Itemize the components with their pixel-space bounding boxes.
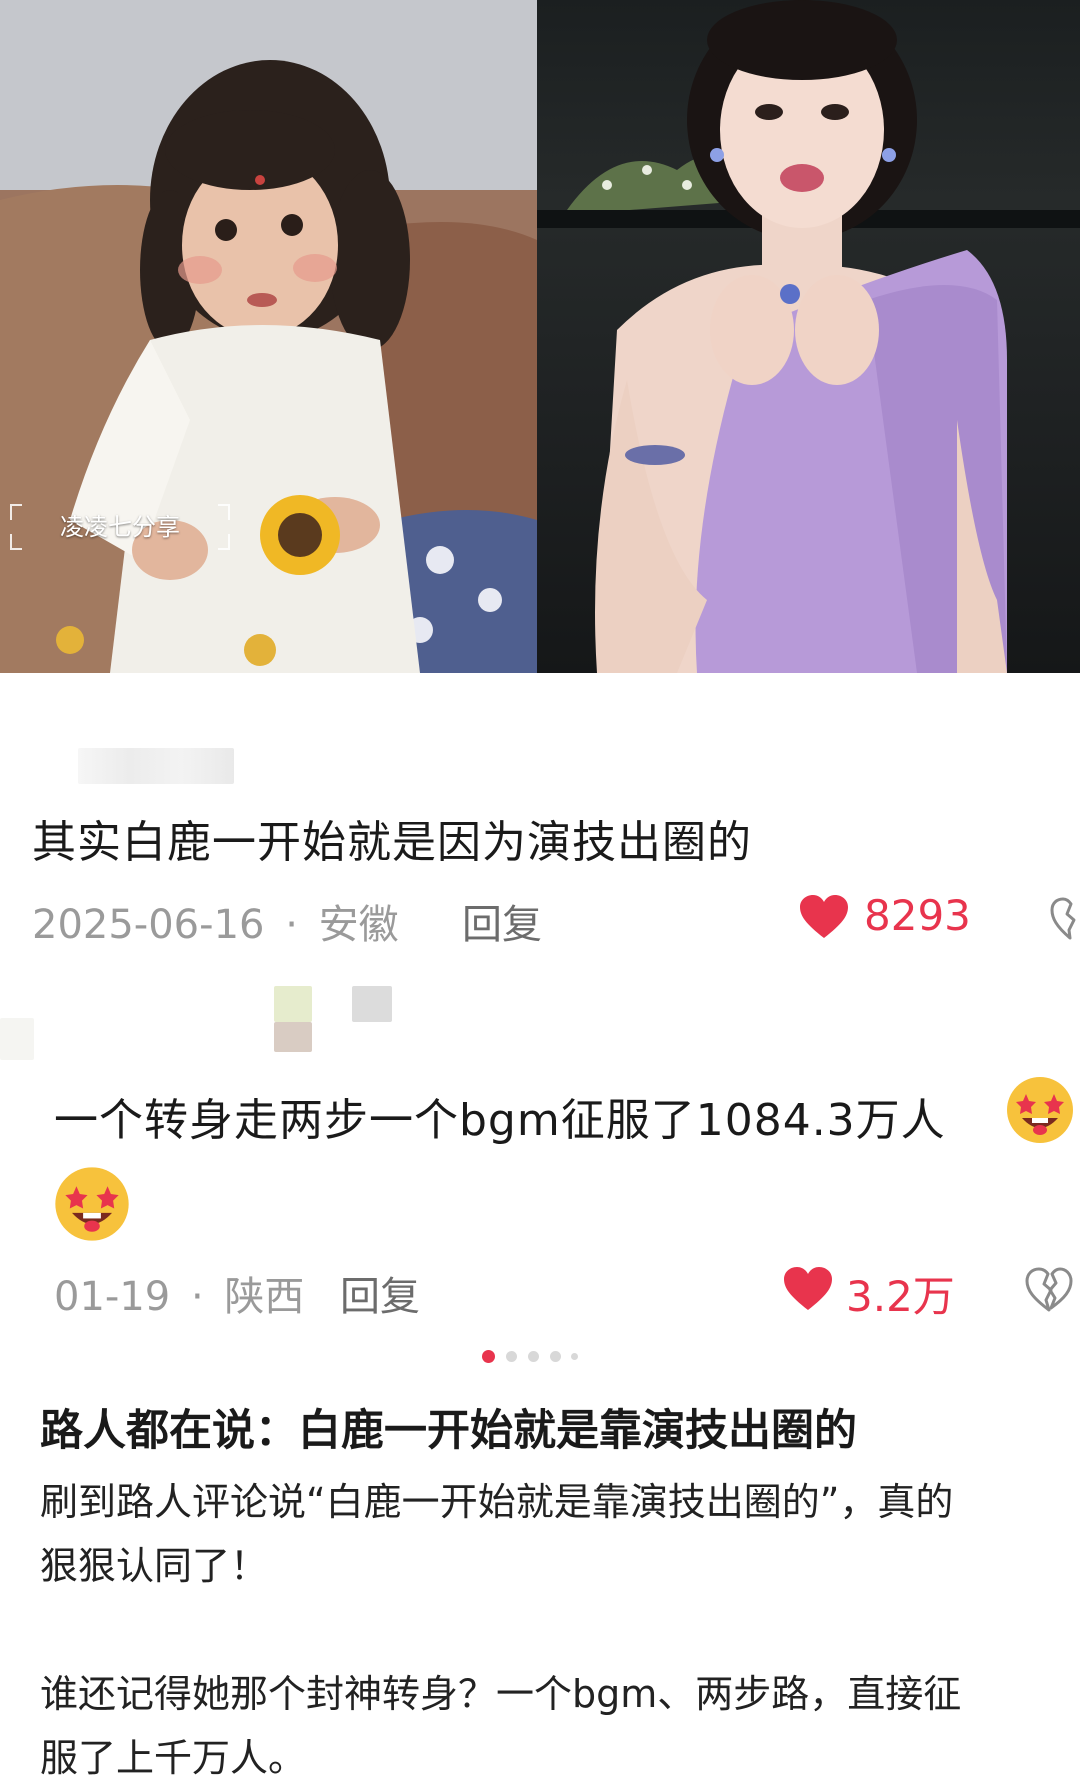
watermark-text: 凌凌七分享 — [60, 513, 180, 541]
meta-separator: · — [190, 1274, 204, 1320]
comment-text: 一个转身走两步一个bgm征服了1084.3万人 — [54, 1095, 946, 1146]
blurred-username — [274, 986, 312, 1022]
carousel-dot[interactable] — [506, 1351, 517, 1362]
comment-date: 2025-06-16 — [32, 902, 265, 948]
star-struck-emoji-icon — [1007, 1077, 1073, 1143]
adult-photo[interactable] — [537, 0, 1080, 673]
star-struck-emoji-icon — [55, 1167, 129, 1241]
comment-date: 01-19 — [54, 1274, 171, 1320]
meta-separator: · — [285, 902, 298, 948]
reply-button[interactable]: 回复 — [462, 892, 542, 950]
child-photo-illustration — [0, 0, 537, 673]
comment-location: 安徽 — [318, 902, 399, 948]
comment-text: 其实白鹿一开始就是因为演技出圈的 — [32, 817, 752, 868]
article-title: 路人都在说：白鹿一开始就是靠演技出圈的 — [40, 1406, 857, 1456]
like-count: 3.2万 — [846, 1272, 955, 1321]
blurred-username — [78, 748, 234, 784]
carousel-dot[interactable] — [528, 1351, 539, 1362]
dislike-broken-heart-icon[interactable] — [1050, 896, 1080, 942]
adult-photo-illustration — [537, 0, 1080, 673]
child-photo[interactable]: 凌凌七分享 — [0, 0, 537, 673]
like-count: 8293 — [864, 891, 971, 940]
comment-location: 陕西 — [224, 1274, 305, 1320]
article-line: 狠狠认同了！ — [40, 1544, 269, 1588]
blurred-username-part — [352, 986, 392, 1022]
carousel-dot-active[interactable] — [482, 1350, 495, 1363]
blurred-username-part — [274, 1022, 312, 1052]
carousel-dot[interactable] — [550, 1351, 561, 1362]
watermark: 凌凌七分享 — [10, 502, 230, 552]
comment-meta: 01-19 · 陕西 — [54, 1264, 304, 1322]
article-line: 刷到路人评论说“白鹿一开始就是靠演技出圈的”，真的 — [40, 1480, 954, 1524]
article-line: 谁还记得她那个封神转身？一个bgm、两步路，直接征 — [40, 1672, 962, 1716]
like-heart-icon[interactable] — [782, 1266, 834, 1312]
article-body: 刷到路人评论说“白鹿一开始就是靠演技出圈的”，真的 狠狠认同了！ 谁还记得她那个… — [40, 1470, 1040, 1790]
carousel-dot[interactable] — [571, 1353, 578, 1360]
comment-meta: 2025-06-16 · 安徽 — [32, 892, 399, 950]
blurred-avatar — [0, 1018, 34, 1060]
reply-button[interactable]: 回复 — [340, 1264, 420, 1322]
like-heart-icon[interactable] — [798, 894, 850, 940]
dislike-broken-heart-icon[interactable] — [1024, 1266, 1074, 1314]
article-line: 服了上千万人。 — [40, 1736, 307, 1780]
